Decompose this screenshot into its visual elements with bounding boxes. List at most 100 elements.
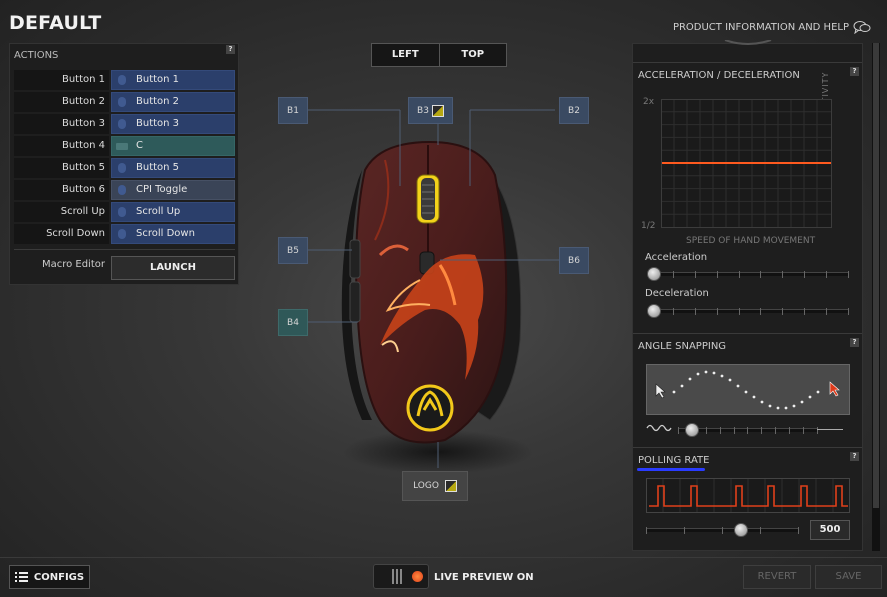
angle-snapping-slider-knob[interactable] xyxy=(685,423,699,437)
action-button-label: Button 1 xyxy=(14,70,109,90)
acceleration-help-button[interactable]: ? xyxy=(850,67,859,76)
polling-rate-slider-knob[interactable] xyxy=(733,523,748,537)
action-row: Scroll Down Scroll Down xyxy=(14,224,235,244)
macro-editor-label: Macro Editor xyxy=(41,259,105,270)
angle-snapping-slider[interactable] xyxy=(678,423,818,437)
action-button-label: Button 3 xyxy=(14,114,109,134)
action-button-label: Button 2 xyxy=(14,92,109,112)
polling-rate-section: POLLING RATE ? 500 xyxy=(633,447,862,552)
launch-macro-button[interactable]: LAUNCH xyxy=(111,256,235,280)
action-assignment-label: Scroll Down xyxy=(136,228,195,239)
mouse-icon xyxy=(118,75,126,85)
callout-b5[interactable]: B5 xyxy=(278,237,308,264)
polling-rate-value[interactable]: 500 xyxy=(810,520,850,540)
side-button-back xyxy=(349,281,361,323)
mouse-icon xyxy=(118,119,126,129)
action-row: Button 5 Button 5 xyxy=(14,158,235,178)
side-button-forward xyxy=(349,239,361,279)
action-assignment-field[interactable]: Scroll Down xyxy=(111,224,235,244)
action-button-label: Scroll Up xyxy=(14,202,109,222)
action-assignment-field[interactable]: Button 2 xyxy=(111,92,235,112)
callout-b3[interactable]: B3 xyxy=(408,97,453,124)
settings-scrollbar[interactable] xyxy=(872,43,880,551)
action-assignment-label: Button 3 xyxy=(136,118,180,129)
live-indicator-icon xyxy=(412,571,423,582)
acceleration-title: ACCELERATION / DECELERATION xyxy=(638,70,800,81)
callout-logo-label: LOGO xyxy=(413,481,439,491)
cpi-indicator-arc xyxy=(724,40,772,45)
polling-rate-title: POLLING RATE xyxy=(638,455,710,466)
product-help-link[interactable]: PRODUCT INFORMATION AND HELP xyxy=(673,20,871,34)
annotation-underline xyxy=(637,468,705,471)
polling-rate-wave xyxy=(646,478,850,513)
mouse-icon xyxy=(118,207,126,217)
scrollbar-thumb[interactable] xyxy=(873,43,879,508)
live-preview-toggle[interactable] xyxy=(373,564,429,589)
acceleration-label: Acceleration xyxy=(645,252,708,263)
callout-b3-label: B3 xyxy=(417,105,429,116)
action-assignment-field[interactable]: Button 3 xyxy=(111,114,235,134)
wave-icon xyxy=(646,424,672,432)
view-left-button[interactable]: LEFT xyxy=(372,44,439,66)
actions-title: ACTIONS xyxy=(14,49,59,61)
action-assignment-label: Scroll Up xyxy=(136,206,181,217)
action-assignment-field[interactable]: Button 5 xyxy=(111,158,235,178)
angle-snapping-section: ANGLE SNAPPING ? xyxy=(633,333,862,446)
actions-help-button[interactable]: ? xyxy=(226,45,235,54)
save-button[interactable]: SAVE xyxy=(815,565,882,589)
action-assignment-field[interactable]: Button 1 xyxy=(111,70,235,90)
keyboard-icon xyxy=(116,143,128,150)
configs-button[interactable]: CONFIGS xyxy=(9,565,90,589)
action-button-label: Button 5 xyxy=(14,158,109,178)
callout-b2[interactable]: B2 xyxy=(559,97,589,124)
revert-button[interactable]: REVERT xyxy=(743,565,811,589)
callout-b4[interactable]: B4 xyxy=(278,309,308,336)
action-button-label: Button 6 xyxy=(14,180,109,200)
polling-rate-slider[interactable] xyxy=(646,523,799,537)
deceleration-slider[interactable] xyxy=(647,304,849,318)
action-assignment-field[interactable]: C xyxy=(111,136,235,156)
action-assignment-field[interactable]: CPI Toggle xyxy=(111,180,235,200)
illumination-icon xyxy=(444,480,457,492)
actions-panel: ACTIONS ? Button 1 Button 1 Button 2 Button… xyxy=(9,43,239,285)
divider xyxy=(14,249,235,250)
action-row: Button 3 Button 3 xyxy=(14,114,235,134)
config-title: DEFAULT xyxy=(9,12,102,34)
acceleration-slider[interactable] xyxy=(647,267,849,281)
angle-snapping-help-button[interactable]: ? xyxy=(850,338,859,347)
callout-b1-label: B1 xyxy=(287,105,299,116)
mouse-icon xyxy=(118,97,126,107)
action-assignment-label: Button 5 xyxy=(136,162,180,173)
straight-line-icon xyxy=(817,429,843,430)
callout-b1[interactable]: B1 xyxy=(278,97,308,124)
live-preview-label: LIVE PREVIEW ON xyxy=(434,572,534,583)
callout-logo[interactable]: LOGO xyxy=(402,471,468,501)
action-row: Scroll Up Scroll Up xyxy=(14,202,235,222)
action-assignment-field[interactable]: Scroll Up xyxy=(111,202,235,222)
action-button-label: Scroll Down xyxy=(14,224,109,244)
y-axis-top-label: 2x xyxy=(643,97,655,107)
help-label: PRODUCT INFORMATION AND HELP xyxy=(672,21,849,33)
action-row: Button 1 Button 1 xyxy=(14,70,235,90)
illumination-icon xyxy=(431,104,444,117)
chat-bubble-icon xyxy=(853,21,871,34)
view-top-button[interactable]: TOP xyxy=(438,44,506,66)
action-assignment-label: Button 1 xyxy=(136,74,180,85)
callout-b6[interactable]: B6 xyxy=(559,247,589,274)
callout-b2-label: B2 xyxy=(568,105,580,116)
acceleration-section: ACCELERATION / DECELERATION ? 2x 1/2 SEN… xyxy=(633,62,862,332)
y-axis-bottom-label: 1/2 xyxy=(641,221,656,231)
deceleration-slider-knob[interactable] xyxy=(647,304,661,318)
callout-b4-label: B4 xyxy=(287,317,299,328)
angle-snapping-preview xyxy=(646,364,850,415)
polling-rate-help-button[interactable]: ? xyxy=(850,452,859,461)
toggle-grip-icon xyxy=(392,569,406,584)
action-row: Button 2 Button 2 xyxy=(14,92,235,112)
action-assignment-label: C xyxy=(136,140,143,151)
mouse-illustration xyxy=(308,109,562,474)
configs-label: CONFIGS xyxy=(33,571,85,583)
deceleration-label: Deceleration xyxy=(645,288,709,299)
acceleration-slider-knob[interactable] xyxy=(647,267,661,281)
list-icon xyxy=(14,572,28,582)
action-row: Button 4 C xyxy=(14,136,235,156)
